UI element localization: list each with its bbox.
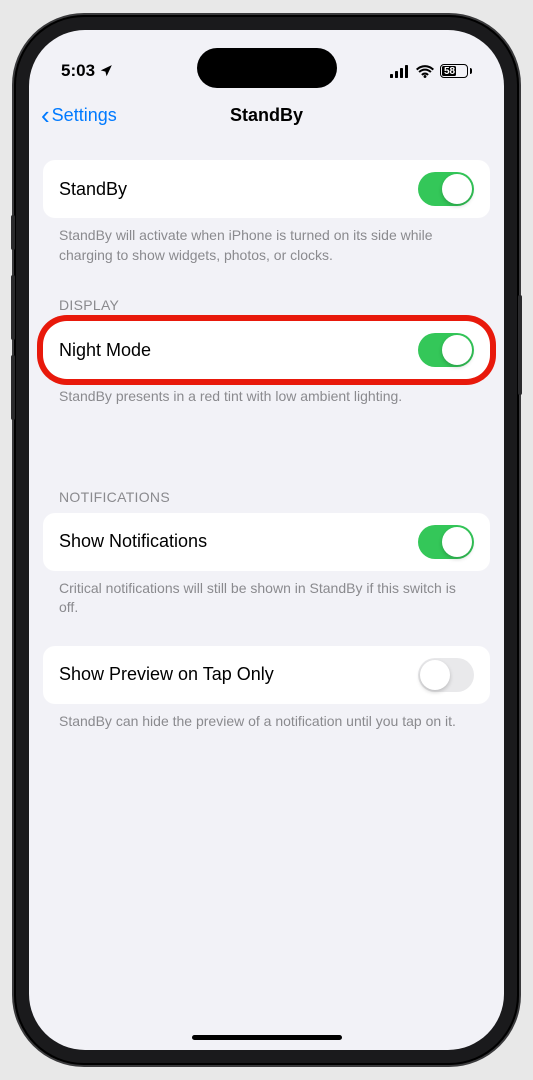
screen: 5:03 58 ‹ Settings StandBy — [29, 30, 504, 1050]
chevron-left-icon: ‹ — [41, 102, 50, 128]
display-header: DISPLAY — [43, 265, 490, 321]
location-icon — [99, 64, 113, 78]
battery-level: 58 — [444, 66, 455, 77]
standby-footer: StandBy will activate when iPhone is tur… — [43, 218, 490, 265]
display-footer: StandBy presents in a red tint with low … — [43, 379, 490, 407]
nightmode-cell[interactable]: Night Mode — [43, 321, 490, 379]
back-label: Settings — [52, 105, 117, 126]
show-notifications-cell[interactable]: Show Notifications — [43, 513, 490, 571]
preview-toggle[interactable] — [418, 658, 474, 692]
nightmode-toggle[interactable] — [418, 333, 474, 367]
standby-label: StandBy — [59, 179, 127, 200]
back-button[interactable]: ‹ Settings — [41, 102, 117, 128]
preview-label: Show Preview on Tap Only — [59, 664, 274, 685]
battery-icon: 58 — [440, 64, 472, 78]
phone-frame: 5:03 58 ‹ Settings StandBy — [14, 15, 519, 1065]
notifications-header: NOTIFICATIONS — [43, 457, 490, 513]
power-button — [518, 295, 522, 395]
show-notifications-toggle[interactable] — [418, 525, 474, 559]
preview-cell[interactable]: Show Preview on Tap Only — [43, 646, 490, 704]
nightmode-label: Night Mode — [59, 340, 151, 361]
silent-switch — [11, 215, 15, 250]
nav-bar: ‹ Settings StandBy — [29, 90, 504, 142]
dynamic-island — [197, 48, 337, 88]
volume-up — [11, 275, 15, 340]
standby-toggle[interactable] — [418, 172, 474, 206]
standby-cell[interactable]: StandBy — [43, 160, 490, 218]
preview-footer: StandBy can hide the preview of a notifi… — [43, 704, 490, 732]
nav-title: StandBy — [230, 105, 303, 126]
volume-down — [11, 355, 15, 420]
cellular-icon — [390, 65, 410, 78]
home-indicator[interactable] — [192, 1035, 342, 1040]
show-notifications-footer: Critical notifications will still be sho… — [43, 571, 490, 618]
status-time: 5:03 — [61, 61, 95, 81]
show-notifications-label: Show Notifications — [59, 531, 207, 552]
wifi-icon — [416, 65, 434, 78]
